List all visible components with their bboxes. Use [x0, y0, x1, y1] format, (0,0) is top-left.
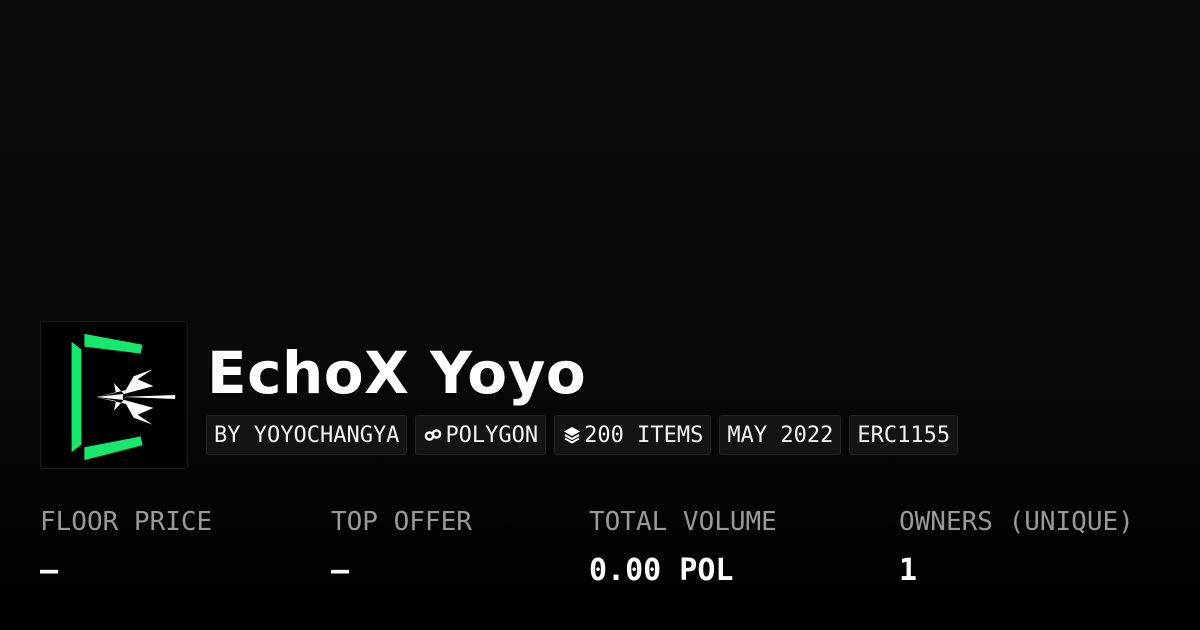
owners-stat: OWNERS (UNIQUE) 1	[899, 500, 1134, 598]
date-label: MAY 2022	[727, 422, 834, 448]
top-offer-value: –	[331, 553, 350, 588]
total-volume-label: TOTAL VOLUME	[589, 507, 777, 537]
items-chip: 200 ITEMS	[554, 415, 712, 455]
top-offer-stat: TOP OFFER –	[331, 500, 472, 598]
top-offer-label: TOP OFFER	[331, 507, 472, 537]
owners-label: OWNERS (UNIQUE)	[899, 507, 1134, 537]
floor-price-value: –	[40, 553, 59, 588]
collection-chips: BY YOYOCHANGYA POLYGON 200 ITEMS MAY 202…	[206, 415, 959, 455]
chain-chip[interactable]: POLYGON	[415, 415, 547, 455]
layers-icon	[562, 425, 582, 445]
owners-value: 1	[899, 553, 918, 588]
collection-logo	[40, 321, 188, 469]
floor-price-label: FLOOR PRICE	[40, 507, 213, 537]
total-volume-stat: TOTAL VOLUME 0.00 POL	[589, 500, 777, 598]
standard-chip: ERC1155	[849, 415, 959, 455]
creator-label: BY YOYOCHANGYA	[214, 422, 400, 448]
creator-chip[interactable]: BY YOYOCHANGYA	[206, 415, 408, 455]
standard-label: ERC1155	[857, 422, 951, 448]
collection-title: EchoX Yoyo	[207, 339, 587, 407]
polygon-icon	[423, 425, 443, 445]
floor-price-stat: FLOOR PRICE –	[40, 500, 212, 598]
items-label: 200 ITEMS	[584, 422, 704, 448]
chain-label: POLYGON	[445, 422, 539, 448]
echox-bracket-logo-icon	[71, 333, 176, 461]
date-chip: MAY 2022	[719, 415, 842, 455]
total-volume-value: 0.00 POL	[589, 553, 734, 588]
